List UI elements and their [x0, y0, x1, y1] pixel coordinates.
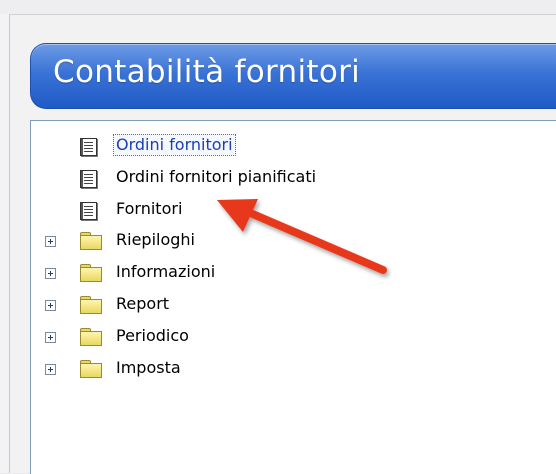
window-top-border	[0, 0, 556, 15]
module-header: Contabilità fornitori	[30, 43, 556, 109]
tree-item-ordini-fornitori-pianificati[interactable]: Ordini fornitori pianificati	[116, 167, 316, 187]
tree-item-imposta[interactable]: Imposta	[116, 358, 181, 378]
tree-item-fornitori[interactable]: Fornitori	[116, 199, 182, 219]
tree-item-report[interactable]: Report	[116, 294, 169, 314]
folder-icon	[80, 328, 102, 346]
tree-item-ordini-fornitori[interactable]: Ordini fornitori	[113, 134, 236, 156]
document-list-icon	[80, 138, 97, 156]
folder-icon	[80, 264, 102, 282]
document-list-icon	[80, 202, 97, 220]
window-left-edge	[0, 14, 10, 473]
tree-item-informazioni[interactable]: Informazioni	[116, 262, 215, 282]
expand-plus-icon[interactable]	[45, 268, 56, 279]
page-title: Contabilità fornitori	[53, 54, 361, 90]
folder-icon	[80, 360, 102, 378]
tree-item-periodico[interactable]: Periodico	[116, 326, 189, 346]
expand-plus-icon[interactable]	[45, 300, 56, 311]
folder-icon	[80, 232, 102, 250]
tree-item-riepiloghi[interactable]: Riepiloghi	[116, 230, 195, 250]
expand-plus-icon[interactable]	[45, 332, 56, 343]
navigation-tree[interactable]: Ordini fornitori Ordini fornitori pianif…	[30, 120, 556, 474]
document-list-icon	[80, 170, 97, 188]
folder-icon	[80, 296, 102, 314]
expand-plus-icon[interactable]	[45, 364, 56, 375]
expand-plus-icon[interactable]	[45, 236, 56, 247]
